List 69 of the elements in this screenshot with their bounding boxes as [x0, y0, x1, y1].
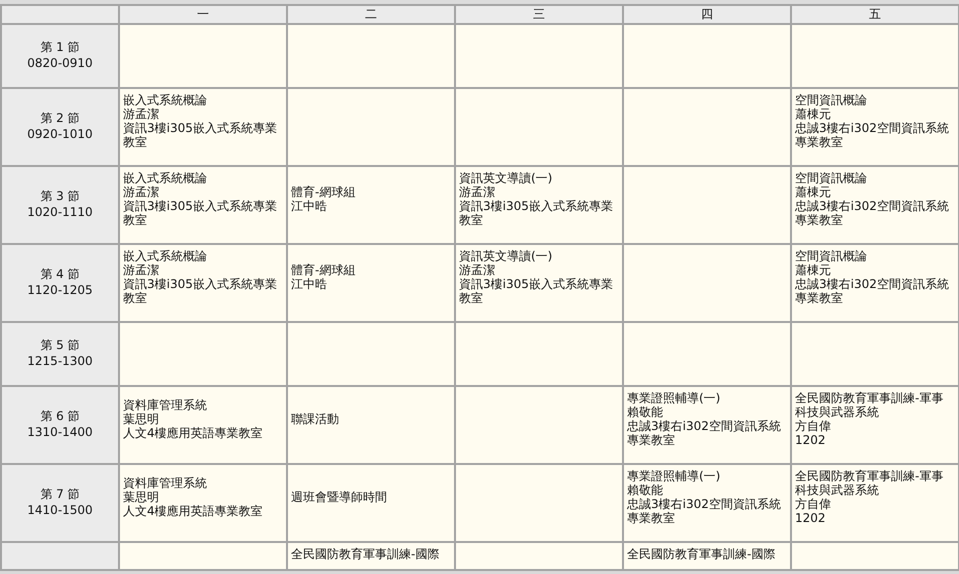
period-time: 0820-0910: [26, 56, 94, 70]
course-text: 資訊3樓i305嵌入式系統專業教室: [123, 277, 278, 305]
course-text: 游孟潔: [123, 185, 160, 199]
course-text: 資料庫管理系統: [123, 476, 208, 490]
period-time: 1020-1110: [26, 204, 94, 218]
course-text: 嵌入式系統概論: [123, 93, 208, 107]
course-text: 全民國防教育軍事訓練-國際: [627, 547, 776, 561]
course-text: 1202: [795, 433, 827, 447]
period-time: 1410-1500: [26, 502, 94, 516]
period-label: 第 5 節: [39, 336, 81, 354]
course-text: 全民國防教育軍事訓練-軍事科技與武器系統: [795, 469, 944, 497]
course-text: 資訊英文導讀(一): [459, 171, 554, 185]
course-text: 資料庫管理系統: [123, 398, 208, 412]
course-text: 忠誠3樓右i302空間資訊系統專業教室: [795, 277, 950, 305]
day-header: 一: [120, 6, 286, 23]
course-text: 週班會暨導師時間: [291, 490, 388, 504]
course-text: 體育-網球組: [291, 263, 356, 277]
period-label: 第 6 節: [39, 408, 81, 424]
course-text: 人文4樓應用英語專業教室: [123, 426, 264, 440]
course-text: 資訊3樓i305嵌入式系統專業教室: [459, 199, 614, 227]
day-header: 三: [456, 6, 622, 23]
day-header: 二: [288, 6, 454, 23]
course-text: 方自偉: [795, 419, 832, 433]
course-text: 嵌入式系統概論: [123, 171, 208, 185]
course-text: 1202: [795, 511, 827, 525]
course-text: 方自偉: [795, 497, 832, 511]
period-time: 1310-1400: [26, 424, 94, 438]
course-text: 葉思明: [123, 490, 160, 504]
course-text: 江中晧: [291, 199, 328, 213]
course-text: 專業證照輔導(一): [627, 391, 722, 405]
course-text: 資訊3樓i305嵌入式系統專業教室: [123, 199, 278, 227]
day-header: 四: [624, 6, 790, 23]
course-text: 資訊英文導讀(一): [459, 249, 554, 263]
period-label: 第 7 節: [39, 486, 81, 502]
course-text: 游孟潔: [123, 263, 160, 277]
day-header: 五: [792, 6, 958, 23]
course-text: 專業證照輔導(一): [627, 469, 722, 483]
period-label: 第 2 節: [39, 110, 81, 126]
course-text: 忠誠3樓右i302空間資訊系統專業教室: [627, 497, 782, 525]
period-label: 第 1 節: [39, 38, 81, 56]
period-time: 1215-1300: [26, 354, 94, 368]
period-time: 0920-1010: [26, 126, 94, 140]
course-text: 蕭棟元: [795, 263, 832, 277]
course-text: 蕭棟元: [795, 107, 832, 121]
course-text: 嵌入式系統概論: [123, 249, 208, 263]
course-text: 賴敬能: [627, 483, 664, 497]
course-text: 全民國防教育軍事訓練-國際: [291, 547, 440, 561]
course-text: 空間資訊概論: [795, 93, 868, 107]
course-text: 資訊3樓i305嵌入式系統專業教室: [123, 121, 278, 149]
course-text: 游孟潔: [459, 263, 496, 277]
course-text: 全民國防教育軍事訓練-軍事科技與武器系統: [795, 391, 944, 419]
course-text: 忠誠3樓右i302空間資訊系統專業教室: [627, 419, 782, 447]
course-text: 人文4樓應用英語專業教室: [123, 504, 264, 518]
course-text: 空間資訊概論: [795, 171, 868, 185]
course-text: 體育-網球組: [291, 185, 356, 199]
course-text: 江中晧: [291, 277, 328, 291]
period-time: 1120-1205: [26, 282, 94, 296]
course-text: 蕭棟元: [795, 185, 832, 199]
course-text: 賴敬能: [627, 405, 664, 419]
course-text: 游孟潔: [459, 185, 496, 199]
course-text: 資訊3樓i305嵌入式系統專業教室: [459, 277, 614, 305]
period-label: 第 3 節: [39, 188, 81, 204]
course-text: 聯課活動: [291, 412, 340, 426]
course-text: 空間資訊概論: [795, 249, 868, 263]
course-text: 游孟潔: [123, 107, 160, 121]
course-text: 忠誠3樓右i302空間資訊系統專業教室: [795, 199, 950, 227]
course-text: 葉思明: [123, 412, 160, 426]
course-text: 忠誠3樓右i302空間資訊系統專業教室: [795, 121, 950, 149]
period-label: 第 4 節: [39, 266, 81, 282]
